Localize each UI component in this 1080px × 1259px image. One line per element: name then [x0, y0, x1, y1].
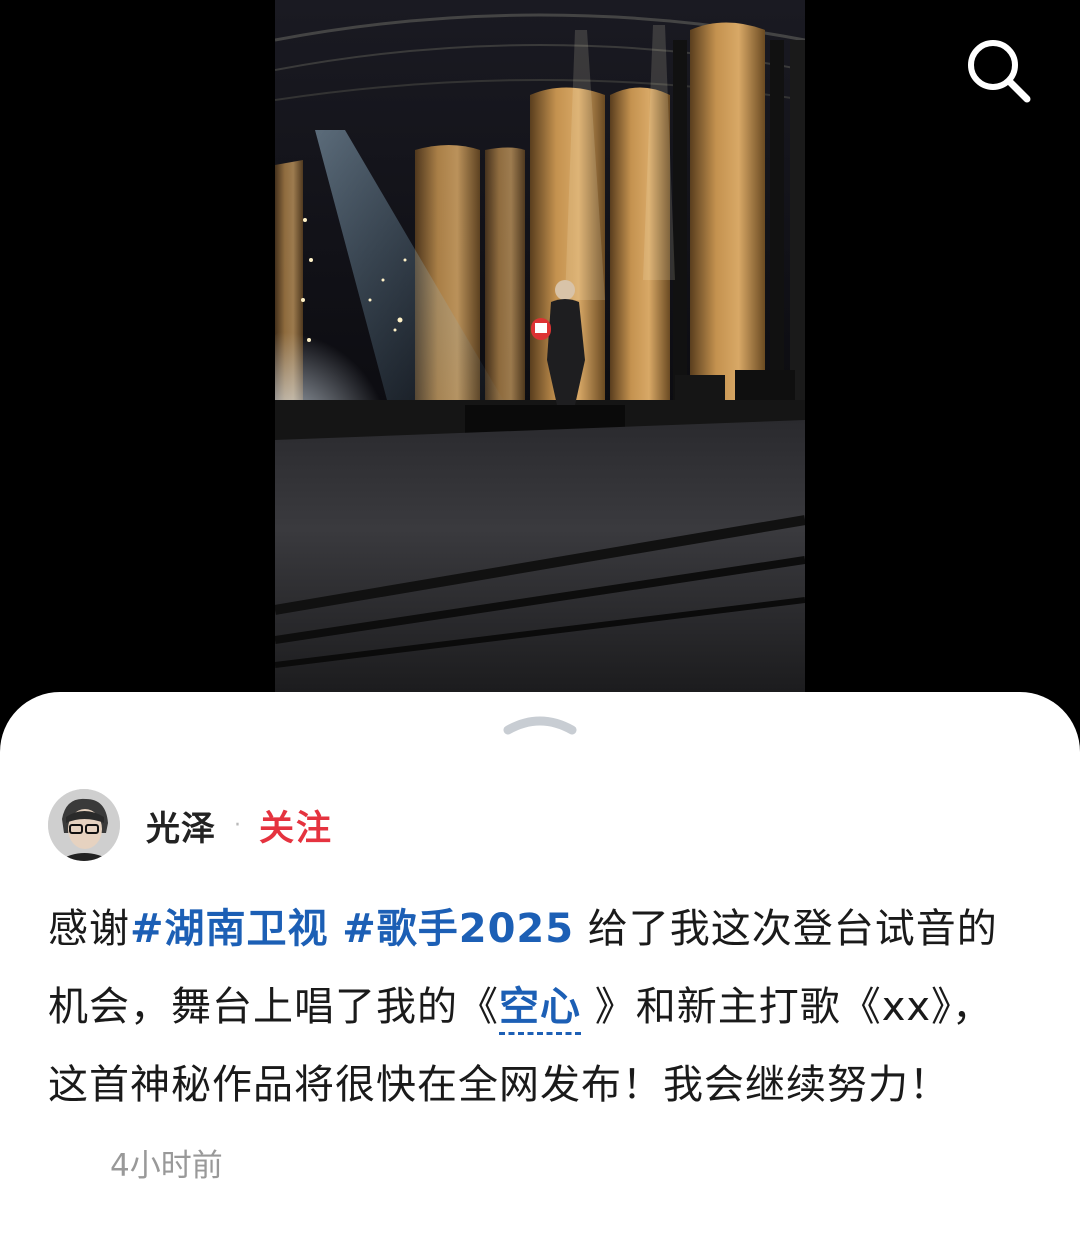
chevron-up-icon — [503, 716, 577, 735]
topic-link-singer-2025[interactable]: #歌手2025 — [342, 906, 574, 952]
post-text: 感谢#湖南卫视 #歌手2025 给了我这次登台试音的机会，舞台上唱了我的《空心 … — [48, 890, 1008, 1205]
photo-area — [0, 0, 1080, 700]
search-button[interactable] — [958, 30, 1038, 110]
author-name[interactable]: 光泽 — [146, 801, 216, 850]
follow-button[interactable]: 关注 — [259, 800, 333, 851]
sheet-expand-handle[interactable] — [500, 708, 580, 738]
post-timestamp: 4小时前 — [110, 1148, 223, 1184]
separator-dot: · — [234, 812, 241, 838]
song-link[interactable]: 空心 — [499, 984, 581, 1035]
post-text-prefix: 感谢 — [48, 906, 130, 952]
post-text-space — [329, 906, 343, 952]
search-icon — [968, 40, 1031, 103]
avatar[interactable] — [48, 789, 120, 861]
stage-photo[interactable] — [275, 0, 805, 692]
post-sheet: 光泽 · 关注 感谢#湖南卫视 #歌手2025 给了我这次登台试音的机会，舞台上… — [0, 692, 1080, 1259]
author-row: 光泽 · 关注 — [48, 788, 333, 862]
avatar-image — [48, 789, 120, 861]
stage-photo-image — [275, 0, 805, 692]
topic-link-hunan-tv[interactable]: #湖南卫视 — [130, 906, 329, 952]
